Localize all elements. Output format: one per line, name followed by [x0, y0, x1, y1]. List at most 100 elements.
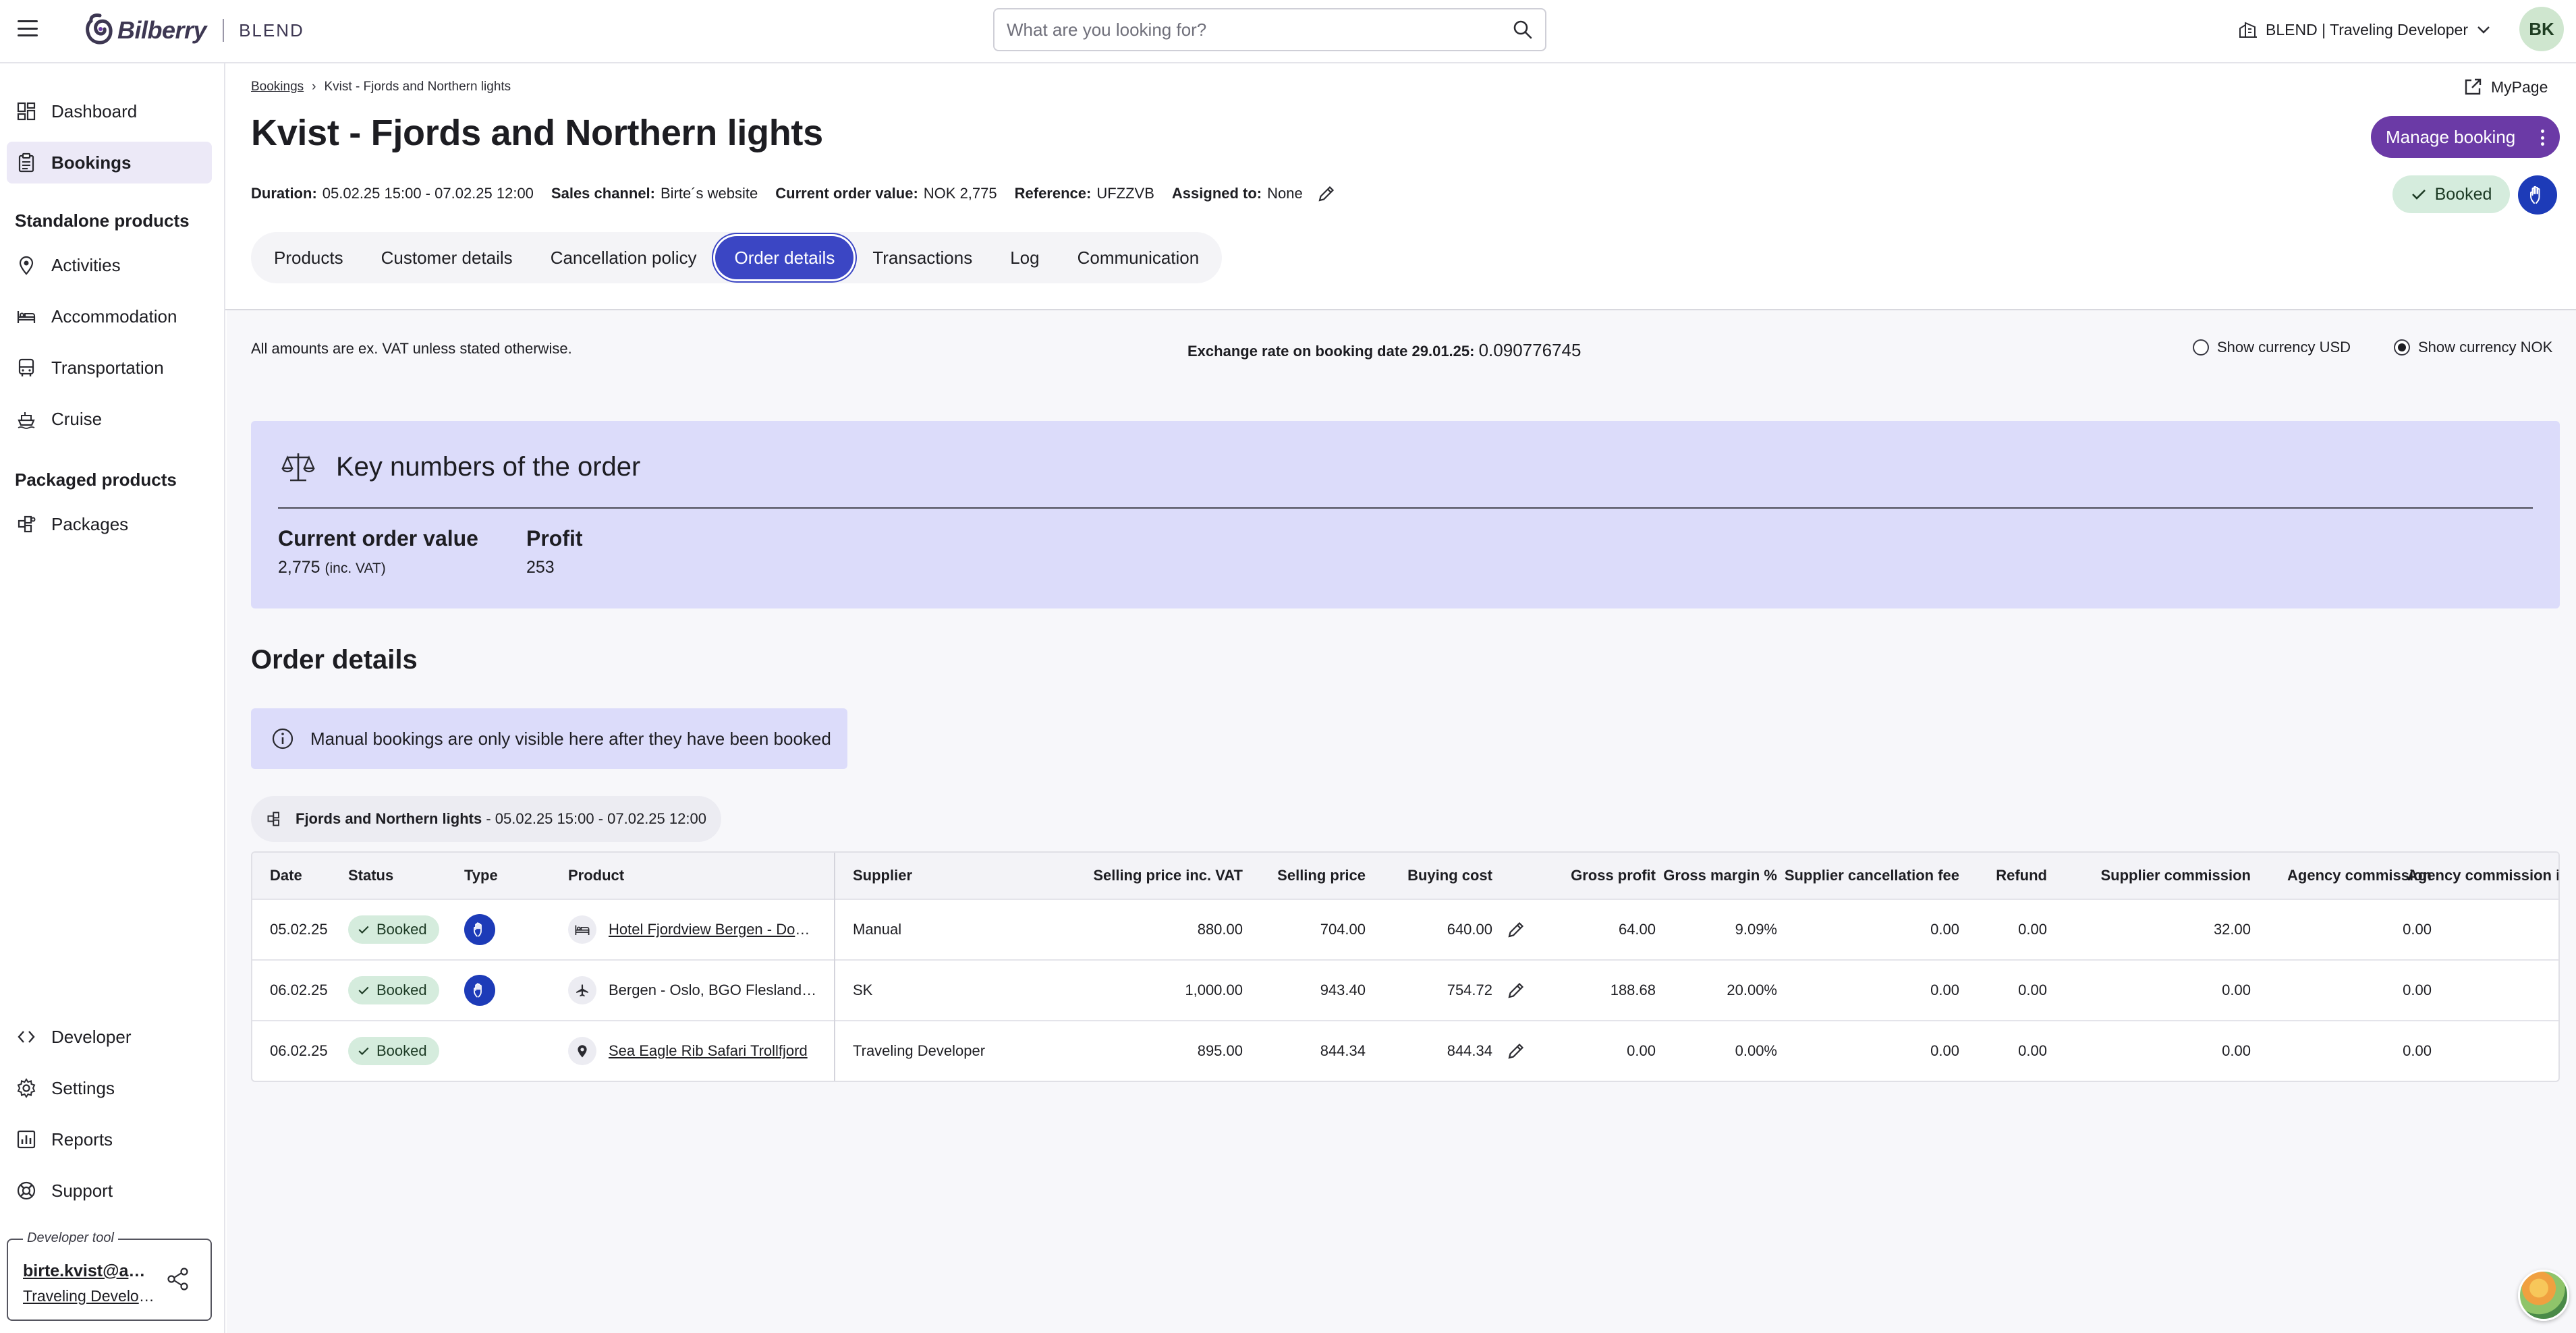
- col-supplier: Supplier: [853, 867, 913, 884]
- packaged-products-heading: Packaged products: [15, 470, 177, 490]
- sidebar-item-dashboard[interactable]: Dashboard: [7, 90, 212, 132]
- breadcrumb-bookings-link[interactable]: Bookings: [251, 80, 304, 94]
- sidebar-item-transportation[interactable]: Transportation: [7, 347, 212, 389]
- manage-booking-label: Manage booking: [2386, 126, 2516, 147]
- organization-icon: [2239, 22, 2257, 38]
- row-supplier-cancel-fee: 0.00: [1930, 1042, 1959, 1059]
- row-supplier: Traveling Developer: [853, 1042, 986, 1059]
- table-frozen-column-divider: [834, 853, 835, 1081]
- booking-status-label: Booked: [2434, 184, 2492, 204]
- tab-customer-details[interactable]: Customer details: [362, 236, 532, 279]
- manual-hand-icon: [464, 975, 495, 1006]
- logo-separator: [223, 19, 225, 42]
- org-selector[interactable]: BLEND | Traveling Developer: [2239, 15, 2491, 45]
- row-gross-profit: 64.00: [1618, 921, 1656, 938]
- sidebar-item-label: Cruise: [51, 408, 103, 429]
- sidebar-item-label: Bookings: [51, 152, 132, 173]
- row-supplier-cancel-fee: 0.00: [1930, 982, 1959, 998]
- row-buying: 640.00: [1447, 921, 1492, 938]
- more-options-icon: [2541, 130, 2545, 146]
- edit-assignee-pencil-icon[interactable]: [1316, 183, 1337, 204]
- developer-tool: Developer tool birte.kvist@adventures.no…: [7, 1230, 212, 1321]
- user-avatar[interactable]: BK: [2519, 7, 2564, 51]
- row-gross-profit: 0.00: [1627, 1042, 1656, 1059]
- mypage-link[interactable]: MyPage: [2463, 77, 2548, 97]
- meta-assigned: Assigned to: None: [1172, 183, 1337, 204]
- sidebar-item-accommodation[interactable]: Accommodation: [7, 295, 212, 337]
- key-numbers-card: Key numbers of the order Current order v…: [251, 421, 2560, 608]
- search-input[interactable]: What are you looking for?: [993, 8, 1546, 51]
- sidebar-item-label: Developer: [51, 1026, 132, 1047]
- lifebuoy-icon: [17, 1181, 36, 1200]
- exchange-rate-value: 0.090776745: [1478, 340, 1581, 360]
- search-icon[interactable]: [1513, 20, 1533, 40]
- row-selling-inc-vat: 880.00: [1197, 921, 1243, 938]
- logo[interactable]: Bilberry BLEND: [85, 9, 304, 51]
- row-selling-inc-vat: 1,000.00: [1185, 982, 1243, 998]
- table-header-row: Date Status Type Product Supplier Sellin…: [252, 853, 2558, 900]
- breadcrumb: Bookings › Kvist - Fjords and Northern l…: [251, 80, 511, 94]
- currency-nok-label: Show currency NOK: [2418, 339, 2553, 356]
- sidebar-item-cruise[interactable]: Cruise: [7, 398, 212, 440]
- location-pin-icon: [568, 1037, 596, 1065]
- currency-usd-option[interactable]: Show currency USD: [2193, 339, 2351, 356]
- developer-org-link[interactable]: Traveling Developer: [23, 1287, 155, 1305]
- tab-order-details[interactable]: Order details: [715, 236, 854, 279]
- row-product-cell: Hotel Fjordview Bergen - Double room: [568, 900, 818, 959]
- row-status-cell: Booked: [348, 1021, 439, 1081]
- profit-label: Profit: [526, 526, 583, 550]
- tab-cancellation-policy[interactable]: Cancellation policy: [532, 236, 716, 279]
- ship-icon: [18, 412, 35, 429]
- sidebar-item-label: Dashboard: [51, 101, 138, 121]
- sidebar-item-activities[interactable]: Activities: [7, 244, 212, 286]
- row-supplier: Manual: [853, 921, 902, 938]
- tab-transactions[interactable]: Transactions: [853, 236, 991, 279]
- sidebar-item-support[interactable]: Support: [7, 1170, 212, 1212]
- packages-icon: [18, 515, 36, 533]
- location-pin-icon: [19, 256, 34, 275]
- tab-products[interactable]: Products: [255, 236, 362, 279]
- plane-icon: [568, 976, 596, 1004]
- tab-communication[interactable]: Communication: [1059, 236, 1219, 279]
- meta-sales-channel: Sales channel: Birte´s website: [551, 185, 758, 202]
- product-link[interactable]: Sea Eagle Rib Safari Trollfjord: [609, 1042, 808, 1060]
- mypage-label: MyPage: [2491, 78, 2548, 96]
- row-date: 06.02.25: [270, 982, 328, 998]
- breadcrumb-current: Kvist - Fjords and Northern lights: [324, 80, 511, 94]
- tab-bar: Products Customer details Cancellation p…: [251, 232, 1223, 283]
- currency-usd-radio[interactable]: [2193, 339, 2209, 356]
- row-supplier-commission: 0.00: [2222, 1042, 2251, 1059]
- tab-log[interactable]: Log: [991, 236, 1058, 279]
- bed-icon: [568, 915, 596, 944]
- col-status: Status: [348, 867, 394, 884]
- code-icon: [18, 1031, 35, 1043]
- row-refund: 0.00: [2018, 982, 2047, 998]
- help-assistant-avatar[interactable]: [2518, 1270, 2569, 1321]
- sidebar-item-developer[interactable]: Developer: [7, 1016, 212, 1058]
- currency-nok-radio[interactable]: [2394, 339, 2410, 356]
- manage-booking-button[interactable]: Manage booking: [2371, 116, 2560, 158]
- col-supplier-cancel-fee: Supplier cancellation fee: [1784, 867, 1959, 884]
- row-supplier-commission: 32.00: [2213, 921, 2251, 938]
- sidebar-item-reports[interactable]: Reports: [7, 1118, 212, 1160]
- manual-hand-icon: [464, 914, 495, 945]
- vat-note: All amounts are ex. VAT unless stated ot…: [251, 340, 572, 357]
- currency-nok-option[interactable]: Show currency NOK: [2394, 339, 2552, 356]
- menu-icon[interactable]: [18, 20, 38, 36]
- product-link[interactable]: Hotel Fjordview Bergen - Double room: [609, 921, 818, 938]
- key-numbers-title: Key numbers of the order: [336, 451, 641, 482]
- developer-email-link[interactable]: birte.kvist@adventures.no: [23, 1261, 155, 1281]
- sidebar-item-bookings[interactable]: Bookings: [7, 142, 212, 183]
- col-type: Type: [464, 867, 498, 884]
- row-supplier: SK: [853, 982, 873, 998]
- table-row: 05.02.25 Booked Hotel Fjordview Bergen -…: [252, 900, 2558, 961]
- bus-icon: [18, 358, 34, 376]
- sidebar-item-settings[interactable]: Settings: [7, 1067, 212, 1109]
- row-supplier-commission: 0.00: [2222, 982, 2251, 998]
- share-icon[interactable]: [165, 1266, 192, 1293]
- status-badge: Booked: [348, 976, 439, 1004]
- sidebar-item-packages[interactable]: Packages: [7, 503, 212, 545]
- chart-icon: [17, 1130, 36, 1149]
- col-agency-commission: Agency commission: [2287, 867, 2432, 884]
- table-row: 06.02.25 Booked Bergen - Oslo, BGO Flesl…: [252, 961, 2558, 1021]
